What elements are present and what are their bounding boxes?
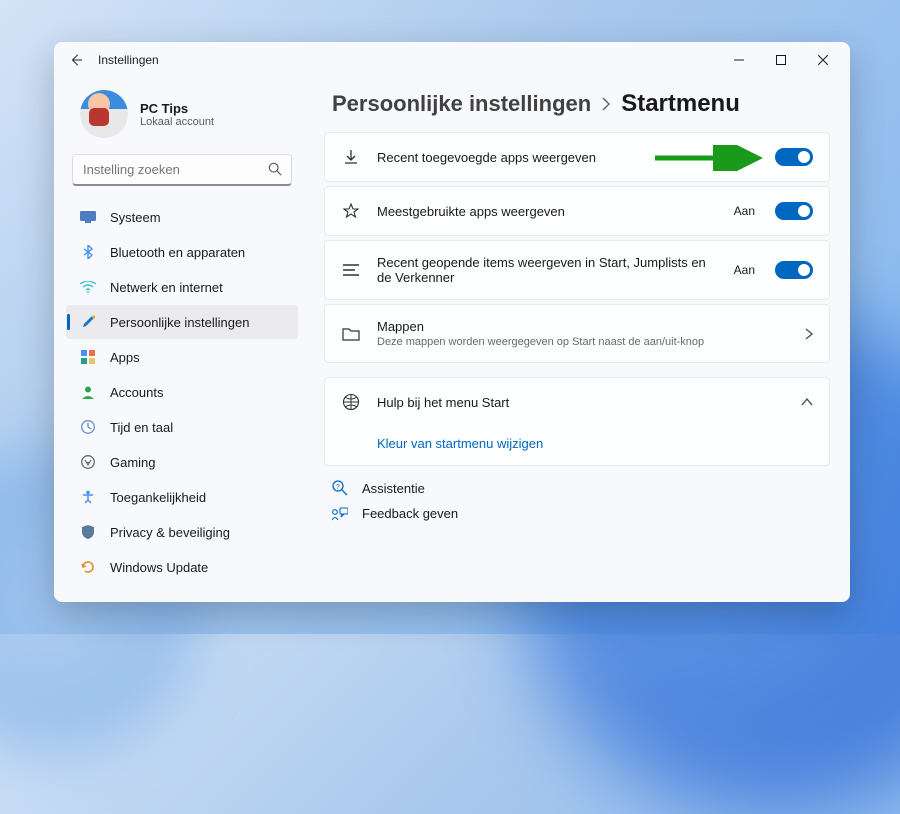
- sidebar-item-toegankelijkheid[interactable]: Toegankelijkheid: [66, 480, 298, 514]
- titlebar: Instellingen: [54, 42, 850, 78]
- bluetooth-icon: [80, 244, 96, 260]
- minimize-button[interactable]: [718, 45, 760, 75]
- back-button[interactable]: [68, 53, 84, 67]
- search-icon: [268, 162, 282, 176]
- chevron-right-icon: [805, 328, 813, 340]
- accessibility-icon: [80, 489, 96, 505]
- setting-title: Recent toegevoegde apps weergeven: [377, 150, 718, 165]
- setting-subtitle: Deze mappen worden weergegeven op Start …: [377, 336, 789, 348]
- setting-title: Mappen: [377, 319, 789, 334]
- setting-most-used-apps: Meestgebruikte apps weergeven Aan: [324, 186, 830, 236]
- toggle-recent-items[interactable]: [775, 261, 813, 279]
- sidebar-item-label: Apps: [110, 350, 140, 365]
- breadcrumb-current: Startmenu: [621, 90, 740, 118]
- download-icon: [341, 147, 361, 167]
- sidebar-nav: Systeem Bluetooth en apparaten Netwerk e…: [62, 200, 302, 584]
- setting-title: Meestgebruikte apps weergeven: [377, 204, 718, 219]
- sidebar-item-accounts[interactable]: Accounts: [66, 375, 298, 409]
- setting-recent-items: Recent geopende items weergeven in Start…: [324, 240, 830, 300]
- sidebar-item-systeem[interactable]: Systeem: [66, 200, 298, 234]
- search-input[interactable]: [72, 154, 292, 186]
- sidebar-item-label: Netwerk en internet: [110, 280, 223, 295]
- svg-text:?: ?: [336, 484, 340, 491]
- toggle-state-label: Aan: [734, 263, 755, 277]
- toggle-recent-apps[interactable]: [775, 148, 813, 166]
- window-title: Instellingen: [98, 53, 159, 67]
- maximize-button[interactable]: [760, 45, 802, 75]
- sidebar-item-netwerk[interactable]: Netwerk en internet: [66, 270, 298, 304]
- sidebar-item-label: Privacy & beveiliging: [110, 525, 230, 540]
- sidebar-item-windows-update[interactable]: Windows Update: [66, 550, 298, 584]
- settings-window: Instellingen PC Tips Lokaal account: [54, 42, 850, 602]
- feedback-link[interactable]: Feedback geven: [332, 506, 830, 521]
- toggle-state-label: Aan: [734, 150, 755, 164]
- accounts-icon: [80, 384, 96, 400]
- apps-icon: [80, 349, 96, 365]
- assist-icon: ?: [332, 480, 350, 496]
- sidebar-item-label: Bluetooth en apparaten: [110, 245, 245, 260]
- assist-label: Assistentie: [362, 481, 425, 496]
- breadcrumb: Persoonlijke instellingen Startmenu: [324, 84, 830, 132]
- sidebar-item-label: Accounts: [110, 385, 163, 400]
- sidebar-item-label: Gaming: [110, 455, 156, 470]
- sidebar-item-bluetooth[interactable]: Bluetooth en apparaten: [66, 235, 298, 269]
- profile-name: PC Tips: [140, 101, 214, 116]
- assist-link[interactable]: ? Assistentie: [332, 480, 830, 496]
- help-section: Hulp bij het menu Start Kleur van startm…: [324, 377, 830, 466]
- avatar: [80, 90, 128, 138]
- profile-block[interactable]: PC Tips Lokaal account: [62, 82, 302, 150]
- sidebar-item-gaming[interactable]: Gaming: [66, 445, 298, 479]
- toggle-most-used-apps[interactable]: [775, 202, 813, 220]
- windows-update-icon: [80, 559, 96, 575]
- personalization-icon: [80, 314, 96, 330]
- globe-icon: [341, 392, 361, 412]
- sidebar-item-label: Persoonlijke instellingen: [110, 315, 249, 330]
- help-title: Hulp bij het menu Start: [377, 395, 785, 410]
- chevron-right-icon: [601, 97, 611, 111]
- close-button[interactable]: [802, 45, 844, 75]
- setting-folders[interactable]: Mappen Deze mappen worden weergegeven op…: [324, 304, 830, 363]
- feedback-icon: [332, 507, 350, 521]
- sidebar-item-label: Tijd en taal: [110, 420, 173, 435]
- sidebar-item-personalisatie[interactable]: Persoonlijke instellingen: [66, 305, 298, 339]
- sidebar: PC Tips Lokaal account Systeem Bluetooth…: [54, 78, 310, 602]
- setting-title: Recent geopende items weergeven in Start…: [377, 255, 718, 285]
- network-icon: [80, 279, 96, 295]
- privacy-icon: [80, 524, 96, 540]
- system-icon: [80, 209, 96, 225]
- breadcrumb-parent[interactable]: Persoonlijke instellingen: [332, 91, 591, 117]
- sidebar-item-privacy[interactable]: Privacy & beveiliging: [66, 515, 298, 549]
- folder-icon: [341, 324, 361, 344]
- feedback-label: Feedback geven: [362, 506, 458, 521]
- sidebar-item-apps[interactable]: Apps: [66, 340, 298, 374]
- main-content: Persoonlijke instellingen Startmenu Rece…: [310, 78, 850, 602]
- sidebar-item-label: Windows Update: [110, 560, 208, 575]
- list-icon: [341, 260, 361, 280]
- sidebar-item-label: Systeem: [110, 210, 161, 225]
- setting-recent-apps: Recent toegevoegde apps weergeven Aan: [324, 132, 830, 182]
- sidebar-item-tijd-taal[interactable]: Tijd en taal: [66, 410, 298, 444]
- help-header[interactable]: Hulp bij het menu Start: [325, 378, 829, 426]
- star-icon: [341, 201, 361, 221]
- gaming-icon: [80, 454, 96, 470]
- profile-subtitle: Lokaal account: [140, 116, 214, 128]
- toggle-state-label: Aan: [734, 204, 755, 218]
- help-link-color[interactable]: Kleur van startmenu wijzigen: [325, 426, 829, 465]
- sidebar-item-label: Toegankelijkheid: [110, 490, 206, 505]
- chevron-up-icon: [801, 398, 813, 406]
- time-language-icon: [80, 419, 96, 435]
- footer-links: ? Assistentie Feedback geven: [324, 466, 830, 521]
